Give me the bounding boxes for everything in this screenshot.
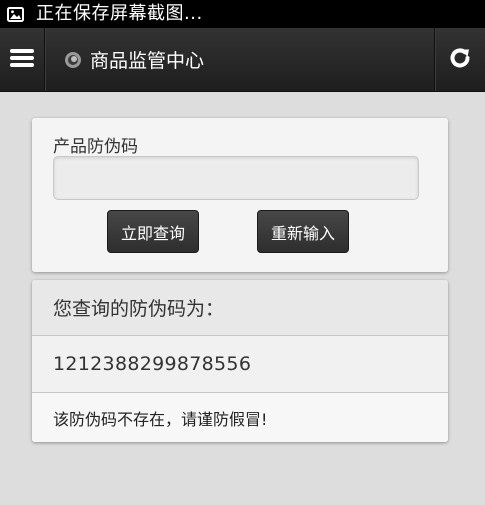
search-card: 产品防伪码 立即查询 重新输入 (32, 118, 448, 272)
header-title-group: 商品监管中心 (64, 28, 204, 91)
result-message: 该防伪码不存在，请谨防假冒! (32, 393, 448, 442)
result-card: 您查询的防伪码为： 1212388299878556 该防伪码不存在，请谨防假冒… (32, 280, 448, 442)
query-button[interactable]: 立即查询 (107, 210, 199, 253)
reset-button[interactable]: 重新输入 (257, 210, 349, 253)
refresh-icon (449, 47, 471, 73)
circle-logo-icon (64, 51, 82, 69)
status-text: 正在保存屏幕截图... (36, 3, 203, 24)
status-bar: 正在保存屏幕截图... (0, 0, 485, 28)
code-field-label: 产品防伪码 (53, 137, 138, 157)
app-header: 商品监管中心 (0, 28, 485, 92)
result-code-value: 1212388299878556 (32, 336, 448, 393)
refresh-button[interactable] (434, 28, 485, 91)
page-title: 商品监管中心 (90, 50, 205, 72)
hamburger-menu-icon (10, 48, 34, 72)
image-icon (6, 6, 24, 22)
menu-button[interactable] (0, 28, 45, 91)
result-heading: 您查询的防伪码为： (32, 280, 448, 336)
anti-counterfeit-code-input[interactable] (53, 156, 419, 200)
